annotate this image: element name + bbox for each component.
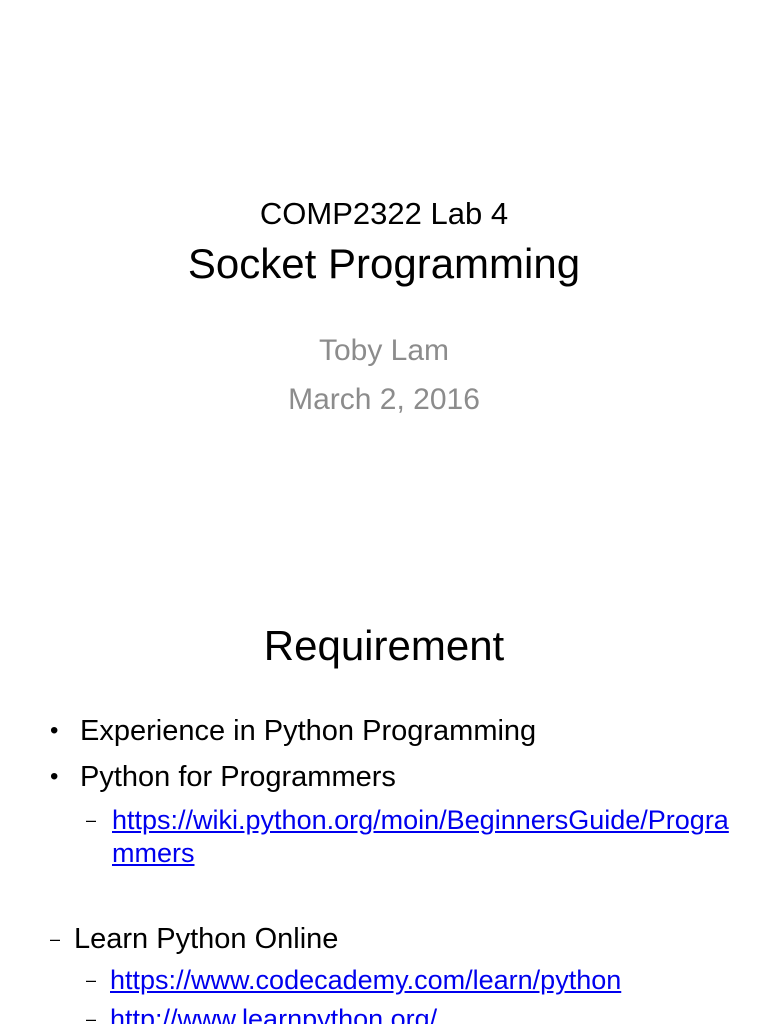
beginners-guide-link[interactable]: https://wiki.python.org/moin/BeginnersGu… [112, 804, 732, 870]
title-slide: COMP2322 Lab 4 Socket Programming Toby L… [0, 0, 768, 576]
requirement-title: Requirement [263, 622, 505, 669]
slide-title: Socket Programming [187, 240, 581, 287]
dash-icon: – [50, 929, 61, 949]
author-name: Toby Lam [318, 334, 450, 367]
bullet-item: • Experience in Python Programming [50, 713, 750, 749]
course-code: COMP2322 Lab 4 [259, 196, 509, 231]
learn-python-online-item: – Learn Python Online [50, 921, 338, 957]
bullet-text: Experience in Python Programming [80, 715, 537, 747]
sub-item: – http://www.learnpython.org/ [86, 1003, 437, 1024]
learnpython-link[interactable]: http://www.learnpython.org/ [110, 1004, 437, 1024]
requirement-slide: Requirement • Experience in Python Progra… [0, 576, 768, 1024]
bullet-text: Python for Programmers [80, 761, 396, 793]
codecademy-link[interactable]: https://www.codecademy.com/learn/python [110, 965, 621, 995]
bullet-icon: • [50, 717, 59, 744]
presentation-date: March 2, 2016 [288, 383, 480, 416]
bullet-item: • Python for Programmers [50, 759, 750, 795]
dash-icon: – [86, 970, 97, 990]
bullet-icon: • [50, 763, 59, 790]
dash-icon: – [86, 1009, 97, 1024]
dash-icon: – [86, 810, 97, 830]
sub-item: – https://www.codecademy.com/learn/python [86, 964, 621, 997]
learn-python-online-label: Learn Python Online [74, 923, 339, 955]
